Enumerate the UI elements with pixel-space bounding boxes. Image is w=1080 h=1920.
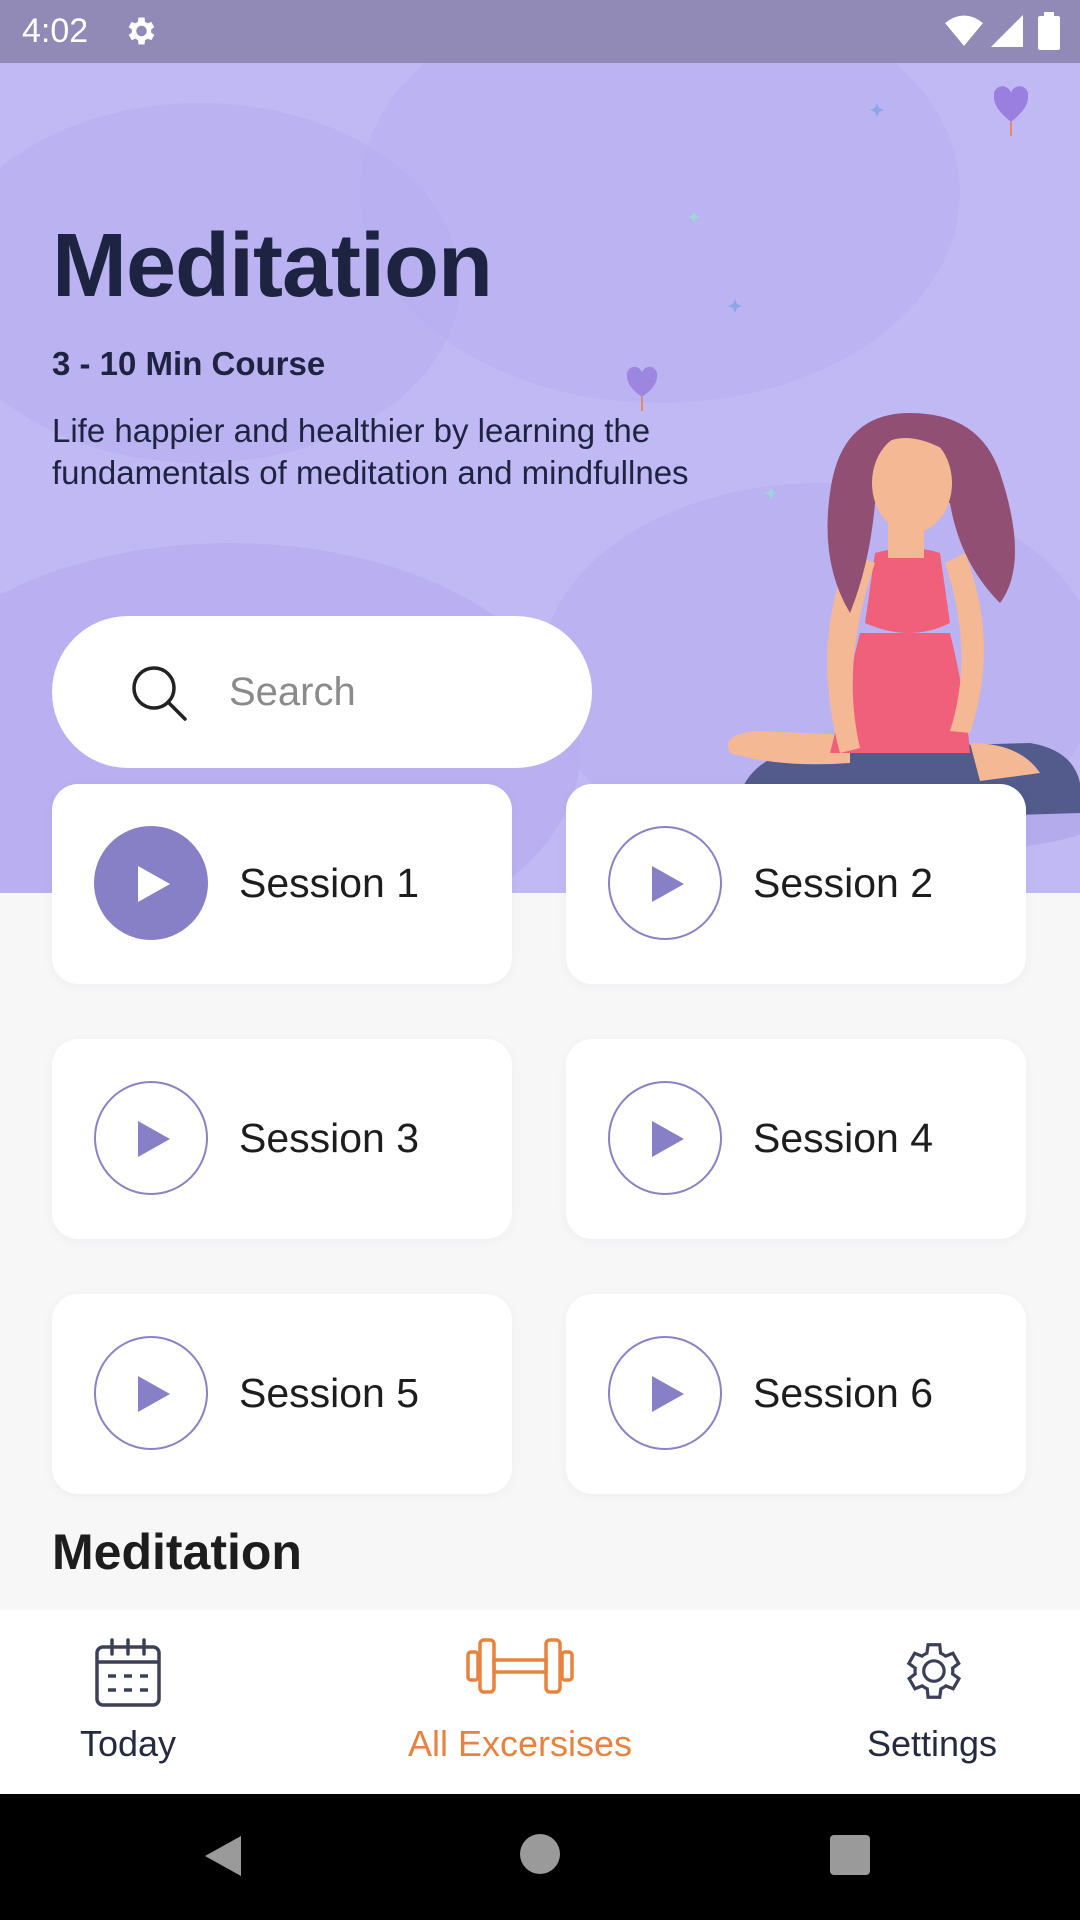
play-icon	[138, 1121, 170, 1157]
hero-banner: Meditation 3 - 10 Min Course Life happie…	[0, 63, 1080, 893]
course-description: Life happier and healthier by learning t…	[52, 412, 689, 491]
play-button[interactable]	[94, 826, 208, 940]
bottom-nav: Today All Excersises Settings	[0, 1610, 1080, 1794]
play-button[interactable]	[608, 1081, 722, 1195]
sparkle-icon	[728, 299, 742, 313]
signal-icon	[991, 15, 1023, 47]
dumbbell-icon	[466, 1638, 574, 1694]
heart-balloon-icon	[994, 86, 1028, 136]
calendar-icon	[95, 1638, 161, 1707]
recent-apps-icon[interactable]	[830, 1835, 870, 1875]
session-label: Session 4	[753, 1115, 934, 1161]
wifi-icon	[945, 15, 983, 46]
back-icon[interactable]	[203, 1834, 243, 1878]
gear-icon	[906, 1643, 962, 1699]
sparkle-icon	[688, 211, 700, 223]
play-icon	[138, 1376, 170, 1412]
page-title: Meditation	[52, 216, 493, 316]
sparkle-icon	[870, 103, 884, 117]
nav-label: Today	[79, 1723, 177, 1764]
session-label: Session 1	[239, 860, 420, 906]
nav-label: All Excersises	[407, 1723, 633, 1764]
home-icon[interactable]	[520, 1834, 560, 1874]
nav-label: Settings	[866, 1723, 998, 1764]
battery-icon	[1038, 12, 1060, 50]
session-card-4[interactable]: Session 4	[566, 1039, 1026, 1239]
search-bar[interactable]	[52, 616, 592, 768]
heart-balloon-icon	[627, 367, 657, 411]
play-button[interactable]	[608, 1336, 722, 1450]
nav-item-all-exercises[interactable]: All Excersises	[390, 1610, 650, 1794]
nav-item-today[interactable]: Today	[50, 1610, 206, 1794]
play-button[interactable]	[94, 1081, 208, 1195]
session-card-2[interactable]: Session 2	[566, 784, 1026, 984]
session-label: Session 5	[239, 1370, 420, 1416]
session-card-5[interactable]: Session 5	[52, 1294, 512, 1494]
nav-item-settings[interactable]: Settings	[850, 1610, 1014, 1794]
session-label: Session 6	[753, 1370, 934, 1416]
play-icon	[652, 1376, 684, 1412]
play-button[interactable]	[94, 1336, 208, 1450]
section-title: Meditation	[52, 1524, 302, 1580]
status-bar: 4:02	[0, 0, 1080, 63]
search-input[interactable]	[227, 656, 561, 728]
course-duration: 3 - 10 Min Course	[52, 345, 326, 382]
status-time: 4:02	[22, 12, 89, 50]
play-icon	[138, 866, 170, 902]
play-icon	[652, 1121, 684, 1157]
system-navigation-bar	[0, 1794, 1080, 1920]
play-button[interactable]	[608, 826, 722, 940]
search-icon	[132, 666, 187, 721]
session-label: Session 2	[753, 860, 934, 906]
session-card-3[interactable]: Session 3	[52, 1039, 512, 1239]
settings-gear-icon	[128, 17, 155, 45]
session-label: Session 3	[239, 1115, 420, 1161]
session-card-6[interactable]: Session 6	[566, 1294, 1026, 1494]
play-icon	[652, 866, 684, 902]
session-card-1[interactable]: Session 1	[52, 784, 512, 984]
